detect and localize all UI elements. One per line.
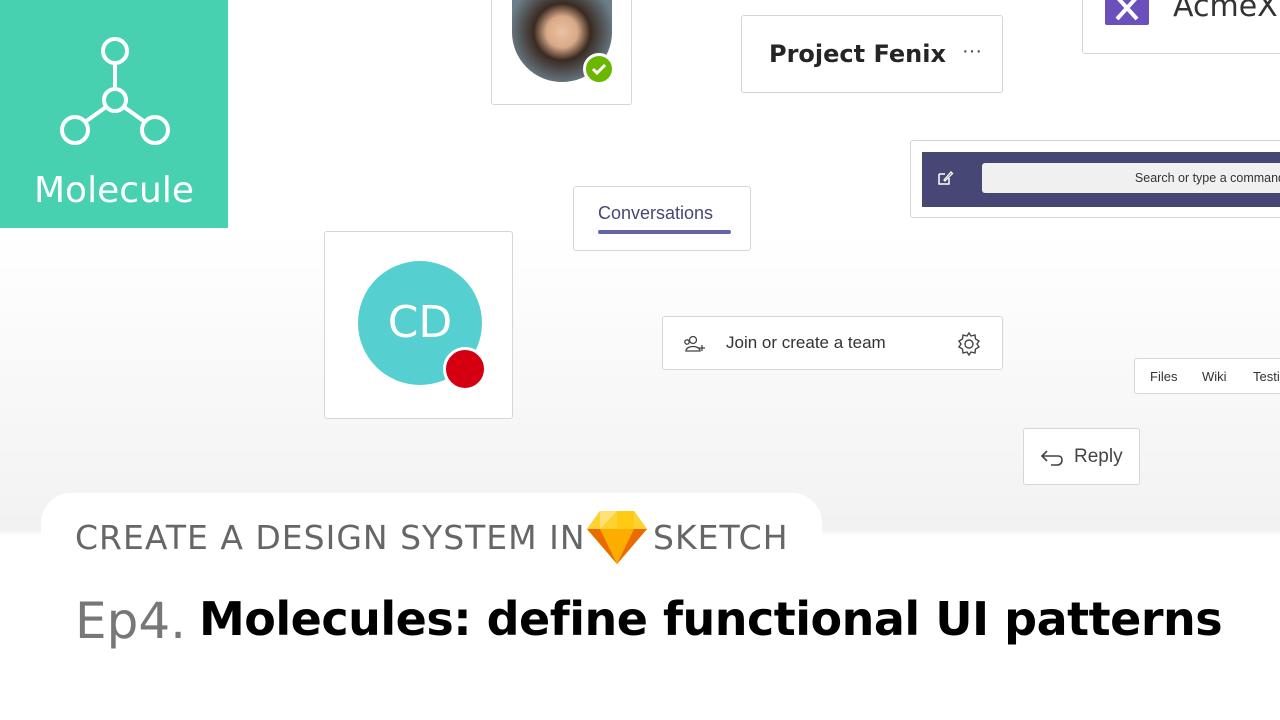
command-bar: Search or type a command — [922, 152, 1280, 207]
sketch-diamond-icon — [587, 511, 647, 564]
episode-title: Molecules: define functional UI patterns — [199, 592, 1223, 646]
reply-icon — [1040, 450, 1063, 466]
org-name: AcmeX — [1173, 0, 1278, 24]
series-title: CREATE A DESIGN SYSTEM IN — [75, 518, 586, 557]
busy-status-icon — [443, 347, 487, 391]
episode-number: Ep4. — [75, 592, 187, 650]
series-app: SKETCH — [653, 518, 789, 557]
project-name: Project Fenix — [769, 40, 946, 68]
command-bar-card: Search or type a command — [910, 140, 1280, 218]
compose-icon[interactable] — [936, 169, 954, 187]
photo-avatar-card — [491, 0, 632, 105]
project-fenix-card[interactable]: Project Fenix ··· — [741, 15, 1003, 93]
acme-logo-icon — [1105, 0, 1149, 25]
reply-label: Reply — [1074, 446, 1123, 467]
join-team-label: Join or create a team — [726, 333, 886, 352]
join-team-button[interactable]: Join or create a team — [662, 316, 1003, 370]
command-search-input[interactable]: Search or type a command — [982, 163, 1280, 193]
tab-conversations[interactable]: Conversations — [573, 186, 751, 251]
team-add-icon — [684, 335, 705, 352]
org-card[interactable]: AcmeX — [1082, 0, 1280, 54]
molecule-icon — [60, 37, 170, 145]
more-options-icon[interactable]: ··· — [962, 40, 982, 63]
gear-icon[interactable] — [956, 331, 982, 357]
available-status-icon — [583, 53, 615, 85]
active-tab-underline — [598, 230, 731, 234]
initials-avatar-card: CD — [324, 231, 513, 419]
reply-button[interactable]: Reply — [1023, 428, 1140, 485]
tab-testing[interactable]: Testi — [1253, 369, 1280, 384]
tab-files[interactable]: Files — [1150, 369, 1177, 384]
molecule-badge: Molecule — [0, 0, 228, 228]
tab-wiki[interactable]: Wiki — [1202, 369, 1227, 384]
tab-conversations-label: Conversations — [598, 203, 714, 223]
channel-tabs: Files Wiki Testi — [1134, 358, 1280, 394]
badge-label: Molecule — [34, 170, 194, 211]
